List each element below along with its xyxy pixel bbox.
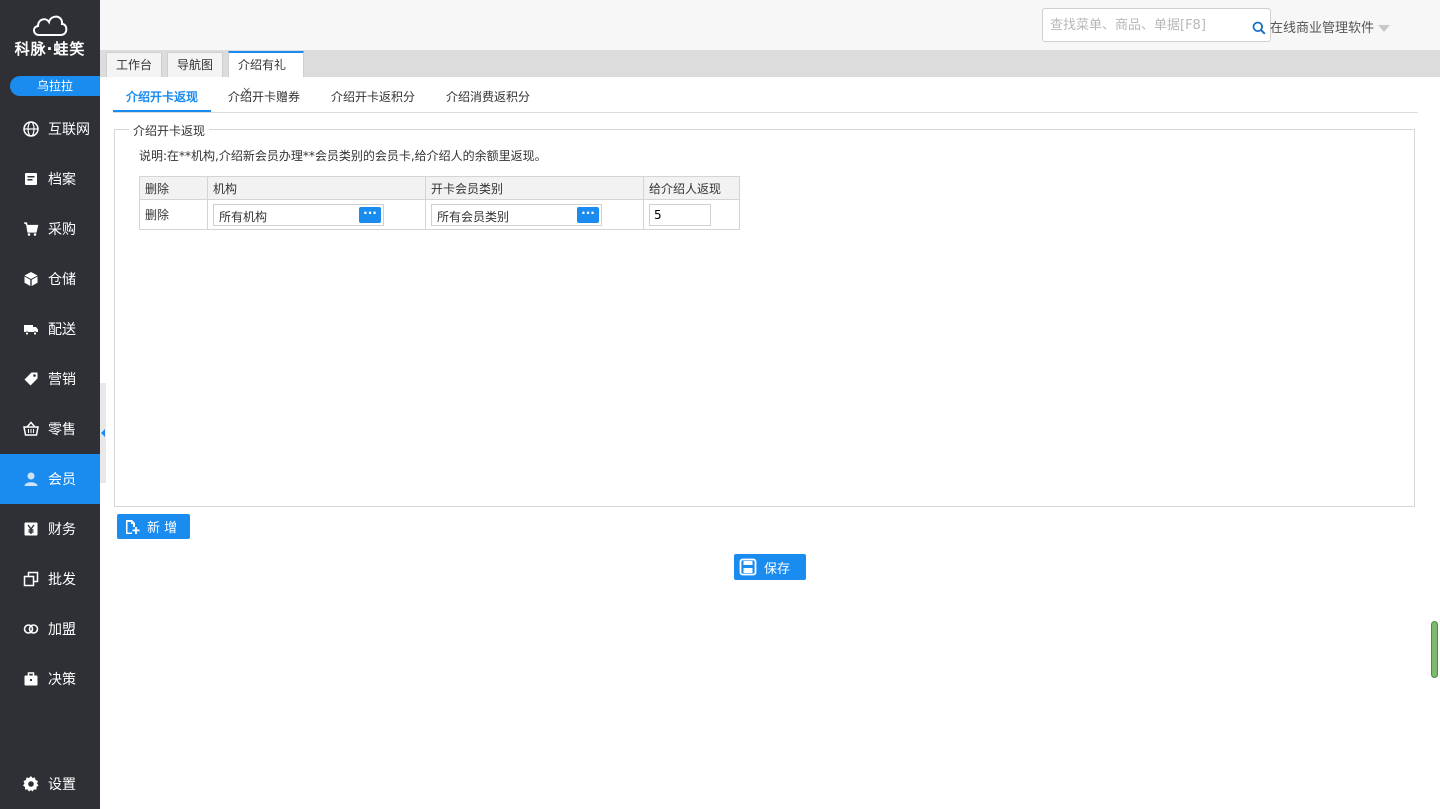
fieldset-legend: 介绍开卡返现 — [129, 122, 210, 139]
tab-label: 工作台 — [116, 58, 153, 72]
company-name: 在线商业管理软件 — [1270, 21, 1375, 36]
save-icon — [739, 558, 757, 576]
add-button-label: 新 增 — [147, 521, 178, 536]
sidebar-item-label: 营销 — [48, 372, 76, 388]
sidebar-item-storage[interactable]: 仓储 — [0, 254, 100, 304]
subtab-card-points[interactable]: 介绍开卡返积分 — [331, 84, 415, 112]
sidebar-item-label: 配送 — [48, 322, 76, 338]
table-header-row: 删除 机构 开卡会员类别 给介绍人返现 — [139, 176, 740, 200]
add-button[interactable]: 新 增 — [117, 514, 190, 539]
sub-tabs: 介绍开卡返现 介绍开卡赠券 介绍开卡返积分 介绍消费返积分 — [113, 84, 1418, 113]
subtab-card-coupon[interactable]: 介绍开卡赠券 — [228, 84, 300, 112]
table-row: 删除 所有机构 ··· 所有会员类别 ··· — [139, 199, 740, 230]
gear-icon — [22, 775, 40, 793]
sidebar-collapse-handle[interactable] — [100, 383, 106, 483]
sidebar-item-internet[interactable]: 互联网 — [0, 104, 100, 154]
yen-icon — [22, 520, 40, 538]
user-icon — [22, 470, 40, 488]
sidebar-item-purchase[interactable]: 采购 — [0, 204, 100, 254]
tab-referral-gift[interactable]: 介绍有礼× — [228, 51, 304, 97]
subtab-consume-points[interactable]: 介绍消费返积分 — [446, 84, 530, 112]
member-type-cell: 所有会员类别 ··· — [425, 199, 644, 230]
copy-icon — [22, 570, 40, 588]
sidebar-item-label: 零售 — [48, 422, 76, 438]
org-value: 所有机构 — [219, 209, 268, 224]
cashback-fieldset: 介绍开卡返现 说明:在**机构,介绍新会员办理**会员类别的会员卡,给介绍人的余… — [114, 122, 1415, 507]
sidebar-item-label: 批发 — [48, 572, 76, 588]
sidebar-item-franchise[interactable]: 加盟 — [0, 604, 100, 654]
tab-label: 介绍有礼 — [238, 58, 287, 72]
column-header: 给介绍人返现 — [643, 176, 740, 200]
brand-name: 科脉·蛙笑 — [14, 40, 86, 58]
add-file-icon — [124, 519, 140, 535]
globe-icon — [22, 120, 40, 138]
sidebar-item-label: 仓储 — [48, 272, 76, 288]
top-bar: 在线商业管理软件 — [100, 0, 1440, 50]
member-type-picker: 所有会员类别 ··· — [431, 203, 602, 226]
cashback-cell — [643, 199, 740, 230]
file-icon — [22, 170, 40, 188]
user-badge[interactable]: 乌拉拉 — [10, 76, 100, 96]
delete-link[interactable]: 删除 — [139, 199, 208, 230]
sidebar-item-delivery[interactable]: 配送 — [0, 304, 100, 354]
subtab-card-cashback[interactable]: 介绍开卡返现 — [113, 84, 211, 112]
member-type-value: 所有会员类别 — [437, 209, 510, 224]
sidebar-item-retail[interactable]: 零售 — [0, 404, 100, 454]
sidebar-item-label: 财务 — [48, 522, 76, 538]
subtab-label: 介绍开卡返现 — [125, 90, 198, 104]
sidebar-item-marketing[interactable]: 营销 — [0, 354, 100, 404]
global-search — [1042, 8, 1271, 42]
sidebar-item-finance[interactable]: 财务 — [0, 504, 100, 554]
sidebar-item-label: 采购 — [48, 222, 76, 238]
more-dots-icon[interactable]: ··· — [577, 206, 599, 223]
org-cell: 所有机构 ··· — [207, 199, 426, 230]
truck-icon — [22, 320, 40, 338]
sidebar-item-archive[interactable]: 档案 — [0, 154, 100, 204]
save-button[interactable]: 保存 — [734, 554, 806, 580]
basket-icon — [22, 420, 40, 438]
sidebar-menu: 互联网 档案 采购 仓储 配送 营销 零售 会员 财务 批发 加盟 决策 — [0, 104, 100, 704]
more-dots-icon[interactable]: ··· — [359, 206, 381, 223]
search-icon[interactable] — [1252, 21, 1266, 38]
company-switcher[interactable]: 在线商业管理软件 — [1270, 17, 1391, 36]
sidebar-item-settings[interactable]: 设置 — [0, 759, 100, 809]
sidebar-item-label: 档案 — [48, 172, 76, 188]
tab-navigation[interactable]: 导航图 — [167, 52, 223, 77]
sidebar-item-wholesale[interactable]: 批发 — [0, 554, 100, 604]
subtab-label: 介绍开卡赠券 — [228, 90, 301, 104]
chevron-down-icon — [1378, 25, 1391, 32]
sidebar-item-label: 设置 — [48, 777, 76, 793]
collapse-arrow-icon — [101, 429, 105, 437]
tab-workbench[interactable]: 工作台 — [106, 52, 162, 77]
subtab-label: 介绍开卡返积分 — [331, 90, 416, 104]
box-icon — [22, 270, 40, 288]
cashback-table: 删除 机构 开卡会员类别 给介绍人返现 删除 所有机构 ··· 所有会员类别 ·… — [139, 176, 740, 230]
tab-strip: 工作台 导航图 介绍有礼× — [100, 50, 1440, 97]
brand-logo: 科脉·蛙笑 — [0, 10, 100, 59]
sidebar-item-member[interactable]: 会员 — [0, 454, 100, 504]
column-header: 机构 — [207, 176, 426, 200]
scrollbar-thumb[interactable] — [1431, 621, 1438, 678]
tag-icon — [22, 370, 40, 388]
sidebar-item-label: 决策 — [48, 672, 76, 688]
sidebar-item-decision[interactable]: 决策 — [0, 654, 100, 704]
column-header: 开卡会员类别 — [425, 176, 644, 200]
save-button-label: 保存 — [764, 561, 791, 577]
sidebar-item-label: 互联网 — [48, 122, 90, 138]
cloud-icon — [33, 15, 68, 36]
rings-icon — [22, 620, 40, 638]
cart-icon — [22, 220, 40, 238]
tab-label: 导航图 — [177, 58, 214, 72]
column-header: 删除 — [139, 176, 208, 200]
search-input[interactable] — [1048, 9, 1252, 41]
description-text: 说明:在**机构,介绍新会员办理**会员类别的会员卡,给介绍人的余额里返现。 — [139, 149, 547, 163]
cashback-input[interactable] — [649, 203, 711, 226]
sidebar-item-label: 会员 — [48, 472, 76, 488]
subtab-label: 介绍消费返积分 — [446, 90, 531, 104]
sidebar-item-label: 加盟 — [48, 622, 76, 638]
org-picker: 所有机构 ··· — [213, 203, 384, 226]
briefcase-icon — [22, 670, 40, 688]
sidebar: 科脉·蛙笑 乌拉拉 互联网 档案 采购 仓储 配送 营销 零售 会员 财务 批发… — [0, 0, 100, 809]
